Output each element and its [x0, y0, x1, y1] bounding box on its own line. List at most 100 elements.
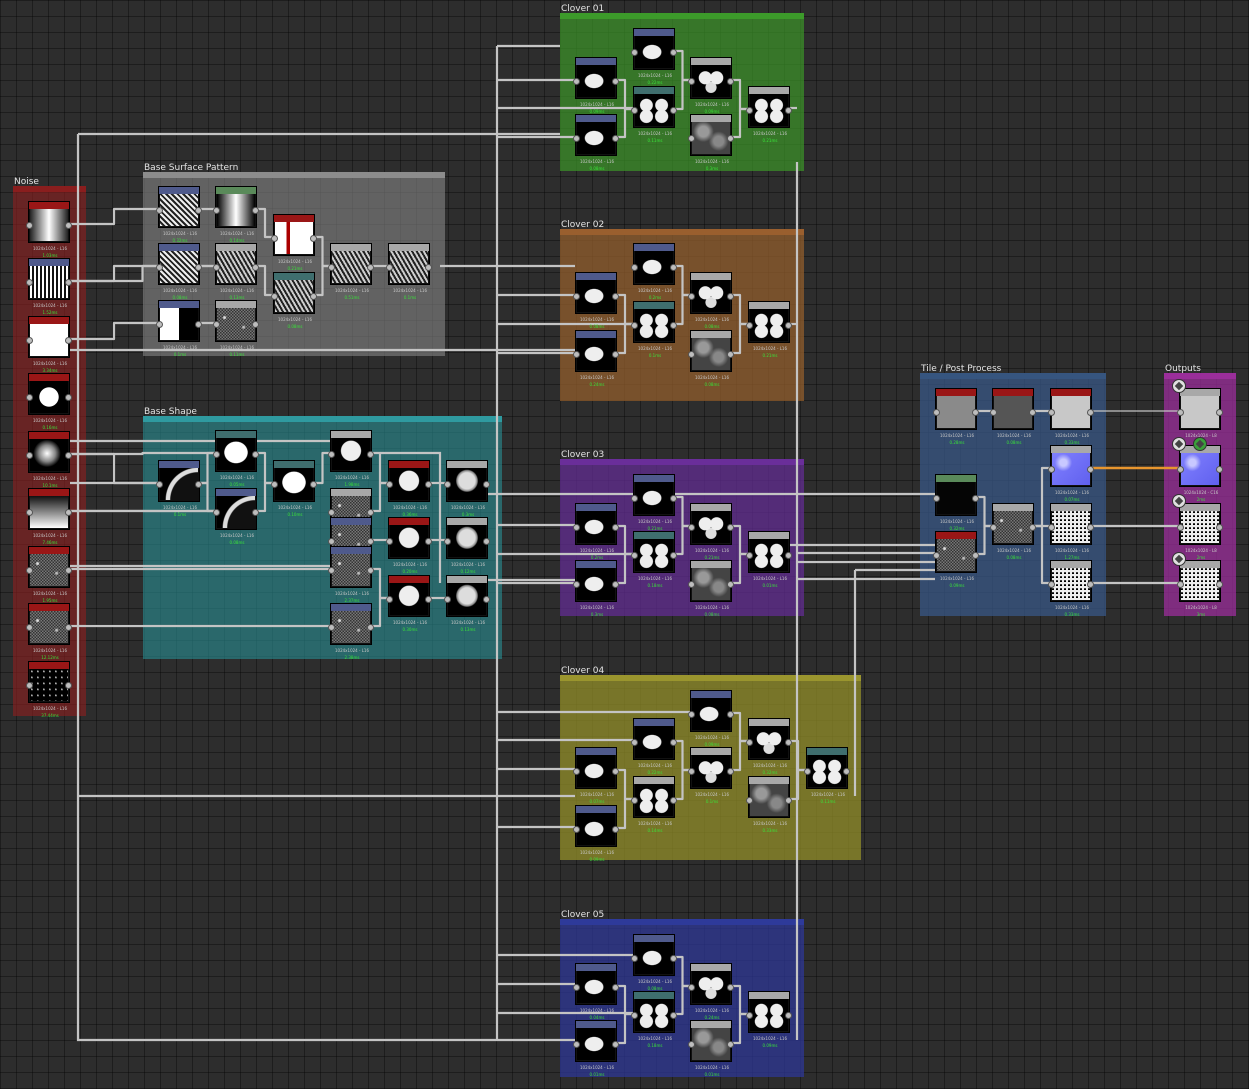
output-port[interactable]: [727, 351, 734, 358]
output-port[interactable]: [785, 322, 792, 329]
graph-node[interactable]: 1024x1024 - L16 0.13ms: [444, 575, 490, 632]
input-port[interactable]: [990, 409, 997, 416]
output-port[interactable]: [670, 955, 677, 962]
output-port[interactable]: [310, 481, 317, 488]
output-port[interactable]: [65, 394, 72, 401]
graph-node[interactable]: 1024x1024 - L16 0.22ms: [631, 718, 677, 775]
node-graph-canvas[interactable]: Noise Base Surface Pattern Base Shape Cl…: [0, 0, 1249, 1089]
graph-node[interactable]: 1024x1024 - L82ms: [1177, 503, 1223, 560]
output-port[interactable]: [785, 1012, 792, 1019]
graph-node[interactable]: 1024x1024 - L16 0.21ms: [746, 301, 792, 358]
output-port[interactable]: [727, 78, 734, 85]
output-port[interactable]: [785, 739, 792, 746]
output-port[interactable]: [670, 1012, 677, 1019]
input-port[interactable]: [444, 596, 451, 603]
input-port[interactable]: [933, 552, 940, 559]
output-port[interactable]: [727, 135, 734, 142]
output-port[interactable]: [727, 768, 734, 775]
input-port[interactable]: [26, 567, 33, 574]
graph-node[interactable]: 1024x1024 - L16 0.1ms: [631, 301, 677, 358]
input-port[interactable]: [990, 524, 997, 531]
graph-node[interactable]: 1024x1024 - L16 0.07ms: [573, 747, 619, 804]
output-port[interactable]: [670, 49, 677, 56]
graph-node[interactable]: 1024x1024 - L16 0.08ms: [990, 503, 1036, 560]
graph-node[interactable]: 1024x1024 - L16 0.09ms: [573, 57, 619, 114]
graph-node[interactable]: 1024x1024 - L16 0.21ms: [746, 86, 792, 143]
output-port[interactable]: [785, 797, 792, 804]
graph-node[interactable]: 1024x1024 - L16 1.03ms: [26, 201, 72, 258]
output-port[interactable]: [367, 451, 374, 458]
input-port[interactable]: [573, 78, 580, 85]
input-port[interactable]: [444, 538, 451, 545]
input-port[interactable]: [573, 984, 580, 991]
output-port[interactable]: [612, 293, 619, 300]
graph-node[interactable]: 1024x1024 - L16 0.3ms: [573, 560, 619, 617]
input-port[interactable]: [26, 222, 33, 229]
output-port[interactable]: [727, 1041, 734, 1048]
output-port[interactable]: [425, 481, 432, 488]
input-port[interactable]: [328, 451, 335, 458]
input-port[interactable]: [933, 495, 940, 502]
output-port[interactable]: [972, 552, 979, 559]
graph-node[interactable]: 1024x1024 - L16 0.01ms: [573, 1020, 619, 1077]
graph-node[interactable]: 1024x1024 - L16 3.34ms: [26, 316, 72, 373]
output-cube-icon[interactable]: [1172, 437, 1186, 451]
graph-node[interactable]: 1024x1024 - L16 0.21ms: [271, 214, 317, 271]
output-port[interactable]: [612, 581, 619, 588]
input-port[interactable]: [386, 264, 393, 271]
graph-node[interactable]: 1024x1024 - L16 0.32ms: [746, 718, 792, 775]
output-port[interactable]: [612, 826, 619, 833]
graph-node[interactable]: 1024x1024 - L16 0.09ms: [688, 57, 734, 114]
graph-node[interactable]: 1024x1024 - L16 0.24ms: [688, 963, 734, 1020]
output-port[interactable]: [252, 509, 259, 516]
graph-node[interactable]: 1024x1024 - L16 0.2ms: [631, 243, 677, 300]
graph-node[interactable]: 1024x1024 - L16 0.20ms: [386, 517, 432, 574]
output-port[interactable]: [425, 538, 432, 545]
graph-node[interactable]: 1024x1024 - L16 0.11ms: [804, 747, 850, 804]
graph-node[interactable]: 1024x1024 - L16 0.11ms: [213, 300, 259, 357]
output-port[interactable]: [1029, 524, 1036, 531]
input-port[interactable]: [688, 984, 695, 991]
input-port[interactable]: [328, 264, 335, 271]
graph-node[interactable]: 1024x1024 - L16 0.28ms: [933, 388, 979, 445]
output-port[interactable]: [1087, 581, 1094, 588]
input-port[interactable]: [213, 264, 220, 271]
input-port[interactable]: [631, 739, 638, 746]
input-port[interactable]: [631, 955, 638, 962]
output-port[interactable]: [612, 984, 619, 991]
input-port[interactable]: [328, 624, 335, 631]
input-port[interactable]: [26, 452, 33, 459]
input-port[interactable]: [271, 481, 278, 488]
graph-node[interactable]: 1024x1024 - L16 0.16ms: [26, 373, 72, 430]
input-port[interactable]: [933, 409, 940, 416]
output-port[interactable]: [65, 509, 72, 516]
output-cube-icon[interactable]: [1172, 379, 1186, 393]
output-port[interactable]: [65, 222, 72, 229]
graph-node[interactable]: 1024x1024 - L16 1.52ms: [26, 258, 72, 315]
graph-node[interactable]: 1024x1024 - L16 0.08ms: [631, 934, 677, 991]
input-port[interactable]: [386, 481, 393, 488]
output-port[interactable]: [727, 581, 734, 588]
output-port[interactable]: [65, 567, 72, 574]
graph-node[interactable]: 1024x1024 - L16 0.14ms: [631, 776, 677, 833]
input-port[interactable]: [26, 682, 33, 689]
output-port[interactable]: [252, 264, 259, 271]
input-port[interactable]: [1048, 524, 1055, 531]
graph-node[interactable]: 1024x1024 - L16 0.04ms: [573, 963, 619, 1020]
graph-node[interactable]: 1024x1024 - L16 0.33ms: [1048, 388, 1094, 445]
graph-node[interactable]: 1024x1024 - L16 0.09ms: [746, 991, 792, 1048]
input-port[interactable]: [156, 207, 163, 214]
input-port[interactable]: [746, 107, 753, 114]
input-port[interactable]: [631, 49, 638, 56]
graph-node[interactable]: 1024x1024 - L16 0.14ms: [213, 186, 259, 243]
input-port[interactable]: [573, 135, 580, 142]
graph-node[interactable]: 1024x1024 - L16 0.22ms: [631, 28, 677, 85]
graph-node[interactable]: 1024x1024 - L16 0.33ms: [746, 776, 792, 833]
graph-node[interactable]: 1024x1024 - L16 0.08ms: [271, 272, 317, 329]
graph-node[interactable]: 1024x1024 - L16 37.44ms: [26, 661, 72, 718]
output-port[interactable]: [670, 739, 677, 746]
graph-node[interactable]: 1024x1024 - L16 0.07ms: [1048, 445, 1094, 502]
output-cube-icon[interactable]: [1172, 494, 1186, 508]
input-port[interactable]: [156, 321, 163, 328]
graph-node[interactable]: 1024x1024 - L16 0.1ms: [688, 747, 734, 804]
